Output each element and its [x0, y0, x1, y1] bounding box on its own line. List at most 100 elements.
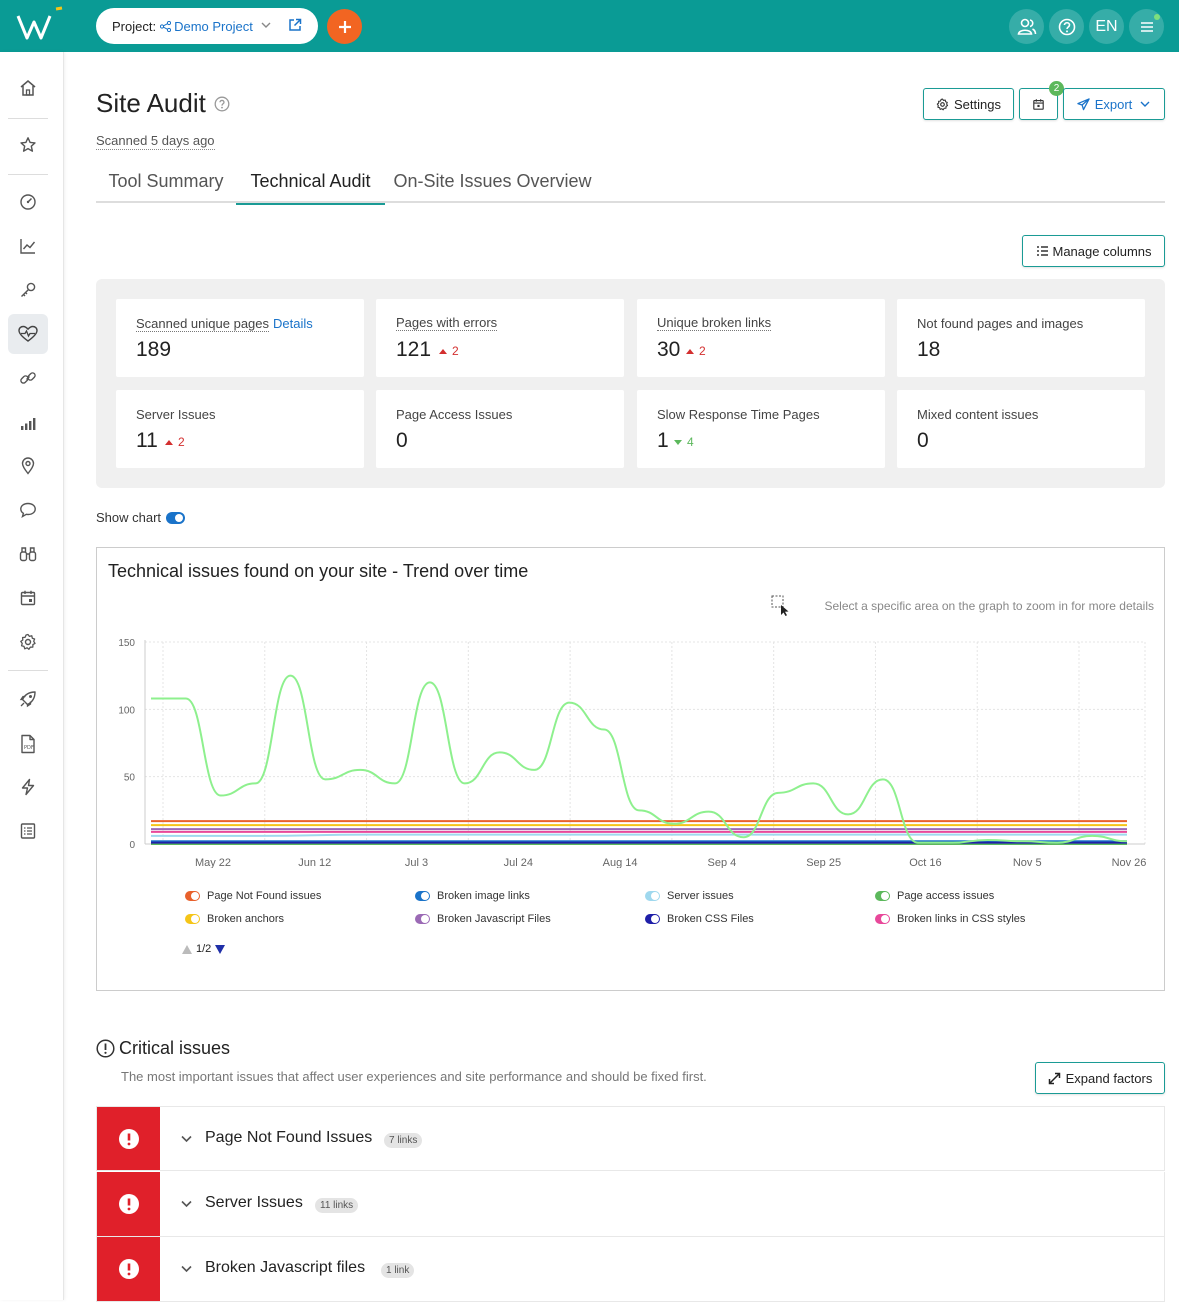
alert-icon — [118, 1128, 139, 1149]
plus-icon — [338, 20, 351, 33]
chevron-down-icon[interactable] — [180, 1197, 193, 1210]
issue-title[interactable]: Broken Javascript files — [205, 1259, 365, 1277]
legend-item[interactable]: Server issues — [645, 889, 734, 903]
legend-item[interactable]: Broken anchors — [185, 912, 284, 926]
project-name: Demo Project — [174, 18, 253, 34]
tab-onsite-issues-overview[interactable]: On-Site Issues Overview — [385, 160, 600, 203]
logo-icon[interactable] — [16, 6, 64, 46]
stat-value: 0 — [396, 429, 408, 452]
legend-toggle-swatch — [185, 914, 200, 924]
legend-pager: 1/2 — [181, 943, 226, 955]
top-bar: Project: Demo Project EN — [0, 0, 1179, 52]
pdf-report-icon[interactable]: PDF — [8, 724, 48, 764]
legend-item[interactable]: Broken Javascript Files — [415, 912, 551, 926]
legend-item[interactable]: Broken CSS Files — [645, 912, 754, 926]
chart-plot[interactable]: May 22 Jun 12 Jul 3 Jul 24 Aug 14 Sep 4 Sep 25… — [97, 548, 1164, 868]
language-label: EN — [1095, 17, 1118, 35]
legend-label: Broken Javascript Files — [437, 913, 551, 925]
series-line — [151, 674, 1128, 844]
add-button[interactable] — [327, 9, 362, 44]
alert-icon — [118, 1194, 139, 1214]
stat-card-pages-with-errors: Pages with errors 121 2 — [376, 299, 624, 377]
legend-item[interactable]: Broken image links — [415, 889, 530, 903]
site-audit-heartbeat-icon[interactable] — [8, 314, 48, 354]
stat-label[interactable]: Pages with errors — [396, 316, 498, 331]
stat-label[interactable]: Unique broken links — [657, 316, 772, 331]
chevron-down-icon[interactable] — [180, 1262, 193, 1275]
x-tick-label: Nov 5 — [1013, 857, 1042, 868]
rocket-icon[interactable] — [8, 679, 48, 719]
issue-title[interactable]: Page Not Found Issues — [205, 1129, 372, 1147]
tab-bar: Tool Summary Technical Audit On-Site Iss… — [96, 160, 1165, 205]
manage-columns-button[interactable]: Manage columns — [1022, 235, 1165, 267]
project-selector[interactable]: Project: Demo Project — [96, 8, 318, 44]
stat-card-page-access: Page Access Issues 0 — [376, 390, 624, 468]
svg-text:PDF: PDF — [24, 745, 34, 751]
x-tick-label: May 22 — [195, 857, 231, 868]
chevron-down-icon[interactable] — [180, 1132, 193, 1145]
issue-title[interactable]: Server Issues — [205, 1194, 303, 1212]
legend-item[interactable]: Broken links in CSS styles — [875, 912, 1025, 926]
backlinks-link-icon[interactable] — [8, 358, 48, 398]
local-map-pin-icon[interactable] — [8, 446, 48, 486]
language-button[interactable]: EN — [1089, 9, 1124, 44]
rankings-chart-icon[interactable] — [8, 226, 48, 266]
comments-bubble-icon[interactable] — [8, 490, 48, 530]
triangle-down-icon[interactable] — [214, 944, 226, 955]
external-link-icon[interactable] — [288, 18, 302, 32]
tab-technical-audit[interactable]: Technical Audit — [236, 160, 385, 205]
calendar-icon[interactable] — [8, 578, 48, 618]
issue-row[interactable]: Server Issues 11 links — [96, 1172, 1165, 1237]
x-tick-label: Sep 4 — [708, 857, 737, 868]
legend-label: Server issues — [667, 890, 734, 902]
keyword-key-icon[interactable] — [8, 270, 48, 310]
home-icon[interactable] — [8, 68, 48, 108]
critical-issues-heading: Critical issues — [96, 1038, 230, 1059]
gear-icon — [936, 98, 949, 110]
send-icon — [1076, 97, 1090, 110]
dashboard-gauge-icon[interactable] — [8, 182, 48, 222]
toggle-switch[interactable] — [166, 511, 186, 524]
triangle-up-icon[interactable] — [181, 944, 193, 955]
bar-signal-icon[interactable] — [8, 404, 48, 444]
issue-count-badge: 1 link — [381, 1263, 415, 1278]
issue-row[interactable]: Page Not Found Issues 7 links — [96, 1106, 1165, 1171]
critical-marker — [97, 1237, 160, 1301]
help-button[interactable] — [1049, 9, 1084, 44]
issue-count-badge: 11 links — [315, 1198, 359, 1213]
settings-gear-icon[interactable] — [8, 622, 48, 662]
star-icon[interactable] — [8, 125, 48, 165]
settings-button[interactable]: Settings — [923, 88, 1014, 120]
legend-label: Broken links in CSS styles — [897, 913, 1026, 925]
show-chart-label: Show chart — [96, 510, 162, 525]
expand-factors-button[interactable]: Expand factors — [1035, 1062, 1165, 1094]
scan-status[interactable]: Scanned 5 days ago — [96, 133, 215, 150]
list-report-icon[interactable] — [8, 811, 48, 851]
triangle-up-icon — [165, 440, 173, 445]
details-link[interactable]: Details — [273, 316, 313, 331]
legend-label: Broken CSS Files — [667, 913, 754, 925]
project-label: Project: — [112, 18, 157, 34]
question-circle-icon[interactable] — [214, 96, 230, 112]
stat-value: 0 — [917, 429, 929, 452]
competitors-binoculars-icon[interactable] — [8, 534, 48, 574]
stat-label: Page Access Issues — [396, 407, 513, 422]
export-button[interactable]: Export — [1063, 88, 1165, 120]
legend-item[interactable]: Page Not Found issues — [185, 889, 321, 903]
manage-columns-label: Manage columns — [1052, 243, 1152, 259]
stat-label[interactable]: Scanned unique pages — [136, 316, 270, 332]
expand-arrows-icon — [1048, 1072, 1060, 1084]
tab-tool-summary[interactable]: Tool Summary — [96, 160, 236, 203]
issue-row[interactable]: Broken Javascript files 1 link — [96, 1237, 1165, 1302]
stat-delta: 2 — [164, 435, 185, 449]
stat-delta: 4 — [673, 435, 694, 449]
lightning-bolt-icon[interactable] — [8, 767, 48, 807]
users-button[interactable] — [1009, 9, 1044, 44]
show-chart-toggle[interactable]: Show chart — [96, 510, 186, 525]
stat-delta-value: 2 — [178, 435, 185, 449]
legend-item[interactable]: Page access issues — [875, 889, 994, 903]
menu-button[interactable] — [1129, 9, 1164, 44]
critical-marker — [97, 1172, 160, 1236]
legend-label: Page Not Found issues — [207, 890, 322, 902]
y-tick-label: 50 — [124, 773, 136, 784]
